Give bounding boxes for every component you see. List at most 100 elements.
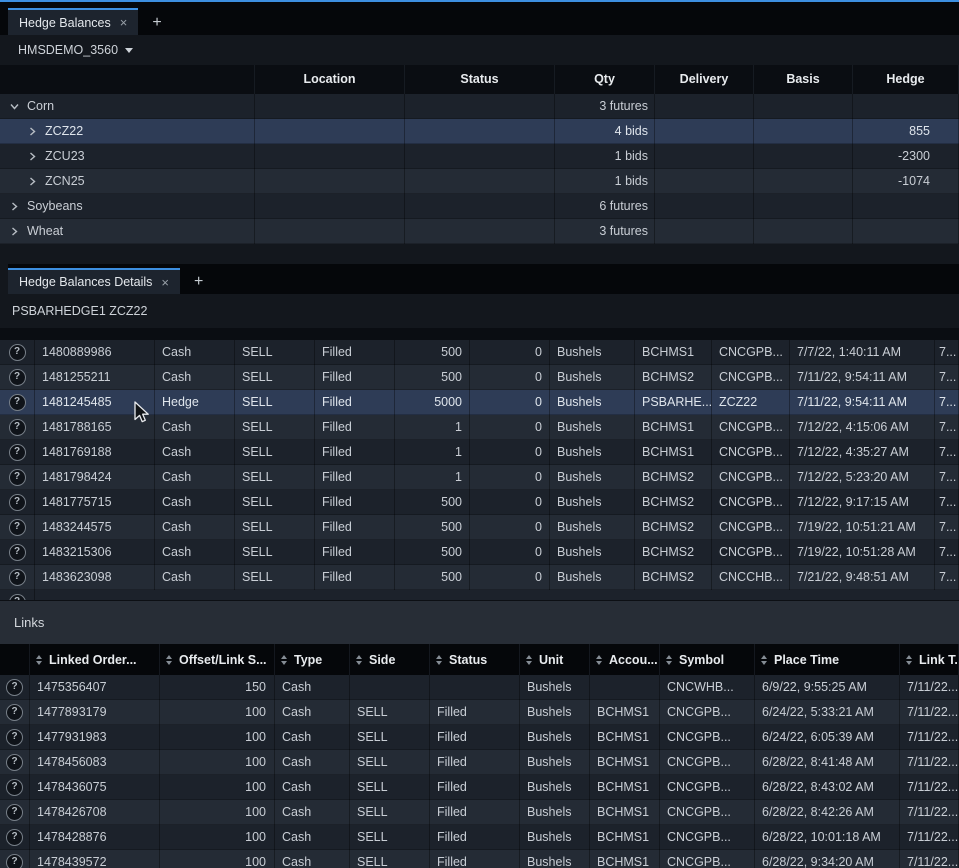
- links-row[interactable]: ? 1478426708 100 Cash SELL Filled Bushel…: [0, 800, 959, 825]
- details-row[interactable]: ? 1483215306 Cash SELL Filled 500 0 Bush…: [0, 540, 959, 565]
- info-icon[interactable]: ?: [9, 569, 26, 586]
- column-header-link-time[interactable]: Link T...: [900, 644, 959, 675]
- column-header-place-time[interactable]: Place Time: [755, 644, 900, 675]
- sort-icon[interactable]: [596, 655, 602, 665]
- expand-chevron-icon[interactable]: [10, 227, 19, 236]
- hedge-tree-row[interactable]: ZCU23 1 bids -2300: [0, 144, 959, 169]
- links-row[interactable]: ? 1477931983 100 Cash SELL Filled Bushel…: [0, 725, 959, 750]
- info-icon[interactable]: ?: [6, 829, 23, 846]
- tab-hedge-balances[interactable]: Hedge Balances ×: [8, 8, 138, 35]
- column-header-location[interactable]: Location: [255, 65, 405, 94]
- add-tab-button[interactable]: +: [152, 15, 161, 31]
- row-icon-cell: ?: [0, 700, 30, 725]
- status-cell: Filled: [430, 725, 520, 750]
- info-icon[interactable]: ?: [6, 804, 23, 821]
- tab-hedge-balances-details[interactable]: Hedge Balances Details ×: [8, 268, 180, 294]
- unit-cell: Bushels: [550, 490, 635, 515]
- info-icon[interactable]: ?: [6, 729, 23, 746]
- column-header-delivery[interactable]: Delivery: [655, 65, 754, 94]
- place-time-cell: 6/28/22, 9:34:20 AM: [755, 850, 900, 868]
- links-row[interactable]: ? 1478456083 100 Cash SELL Filled Bushel…: [0, 750, 959, 775]
- info-icon[interactable]: ?: [6, 679, 23, 696]
- details-row[interactable]: ? 1480889986 Cash SELL Filled 500 0 Bush…: [0, 340, 959, 365]
- link-time-cell: 7/11/22...: [900, 725, 959, 750]
- links-row[interactable]: ? 1478436075 100 Cash SELL Filled Bushel…: [0, 775, 959, 800]
- column-header-hedge[interactable]: Hedge: [853, 65, 959, 94]
- column-header-offset-link-size[interactable]: Offset/Link S...: [160, 644, 275, 675]
- info-icon[interactable]: ?: [9, 519, 26, 536]
- info-icon[interactable]: ?: [9, 369, 26, 386]
- symbol-cell: CNCGPB...: [660, 800, 755, 825]
- info-icon[interactable]: ?: [9, 469, 26, 486]
- close-tab-icon[interactable]: ×: [161, 275, 169, 290]
- details-row[interactable]: ? 1481769188 Cash SELL Filled 1 0 Bushel…: [0, 440, 959, 465]
- hedge-tree-row[interactable]: ZCN25 1 bids -1074: [0, 169, 959, 194]
- expand-chevron-icon[interactable]: [28, 152, 37, 161]
- qty-cell: 500: [395, 365, 470, 390]
- expand-chevron-icon[interactable]: [28, 127, 37, 136]
- expand-chevron-icon[interactable]: [10, 102, 19, 111]
- column-header-symbol[interactable]: Symbol: [660, 644, 755, 675]
- hedge-cell: [853, 94, 959, 119]
- dataset-dropdown[interactable]: HMSDEMO_3560: [18, 43, 133, 57]
- info-icon[interactable]: ?: [6, 754, 23, 771]
- info-icon[interactable]: ?: [9, 444, 26, 461]
- column-header-unit[interactable]: Unit: [520, 644, 590, 675]
- column-header-basis[interactable]: Basis: [754, 65, 853, 94]
- info-icon[interactable]: ?: [6, 854, 23, 868]
- sort-icon[interactable]: [906, 655, 912, 665]
- details-tabbar: Hedge Balances Details × +: [8, 264, 959, 294]
- sort-icon[interactable]: [761, 655, 767, 665]
- column-header-status[interactable]: Status: [405, 65, 555, 94]
- sort-icon[interactable]: [281, 655, 287, 665]
- instrument-label: ZCN25: [45, 169, 85, 194]
- sort-icon[interactable]: [166, 655, 172, 665]
- info-icon[interactable]: ?: [9, 544, 26, 561]
- expand-chevron-icon[interactable]: [28, 177, 37, 186]
- account-cell: BCHMS2: [635, 365, 712, 390]
- info-icon[interactable]: ?: [9, 419, 26, 436]
- info-icon[interactable]: ?: [9, 494, 26, 511]
- details-row[interactable]: ? 1483623098 Cash SELL Filled 500 0 Bush…: [0, 565, 959, 590]
- sort-icon[interactable]: [356, 655, 362, 665]
- sort-icon[interactable]: [666, 655, 672, 665]
- links-row[interactable]: ? 1475356407 150 Cash Bushels CNCWHB... …: [0, 675, 959, 700]
- details-row[interactable]: ? 1483244575 Cash SELL Filled 500 0 Bush…: [0, 515, 959, 540]
- status-cell: [405, 169, 555, 194]
- close-tab-icon[interactable]: ×: [120, 15, 128, 30]
- hedge-tree-row[interactable]: ZCZ22 4 bids 855: [0, 119, 959, 144]
- sort-icon[interactable]: [36, 655, 42, 665]
- column-header-linked-order[interactable]: Linked Order...: [30, 644, 160, 675]
- sort-icon[interactable]: [436, 655, 442, 665]
- order-id-cell: 1480889986: [35, 340, 155, 365]
- sort-icon[interactable]: [526, 655, 532, 665]
- links-row[interactable]: ? 1478439572 100 Cash SELL Filled Bushel…: [0, 850, 959, 868]
- column-header-account[interactable]: Accou...: [590, 644, 660, 675]
- hedge-tree-row[interactable]: Corn 3 futures: [0, 94, 959, 119]
- details-subtitle-label: PSBARHEDGE1 ZCZ22: [12, 304, 147, 318]
- details-row[interactable]: ? 1481245485 Hedge SELL Filled 5000 0 Bu…: [0, 390, 959, 415]
- info-icon[interactable]: ?: [6, 704, 23, 721]
- info-icon[interactable]: ?: [9, 394, 26, 411]
- type-cell: Cash: [275, 700, 350, 725]
- symbol-cell: CNCGPB...: [660, 850, 755, 868]
- expand-chevron-icon[interactable]: [10, 202, 19, 211]
- details-row[interactable]: ? 1481788165 Cash SELL Filled 1 0 Bushel…: [0, 415, 959, 440]
- unit-cell: Bushels: [550, 565, 635, 590]
- details-row[interactable]: ? 1481255211 Cash SELL Filled 500 0 Bush…: [0, 365, 959, 390]
- column-header-type[interactable]: Type: [275, 644, 350, 675]
- add-tab-button[interactable]: +: [194, 274, 203, 290]
- hedge-tree-row[interactable]: Wheat 3 futures: [0, 219, 959, 244]
- qty-cell: 6 futures: [555, 194, 655, 219]
- column-header-side[interactable]: Side: [350, 644, 430, 675]
- column-header-qty[interactable]: Qty: [555, 65, 655, 94]
- details-row[interactable]: ? 1481775715 Cash SELL Filled 500 0 Bush…: [0, 490, 959, 515]
- links-row[interactable]: ? 1477893179 100 Cash SELL Filled Bushel…: [0, 700, 959, 725]
- hedge-tree-row[interactable]: Soybeans 6 futures: [0, 194, 959, 219]
- info-icon[interactable]: ?: [9, 344, 26, 361]
- links-row[interactable]: ? 1478428876 100 Cash SELL Filled Bushel…: [0, 825, 959, 850]
- column-header-tree: [0, 65, 255, 94]
- info-icon[interactable]: ?: [6, 779, 23, 796]
- column-header-status[interactable]: Status: [430, 644, 520, 675]
- details-row[interactable]: ? 1481798424 Cash SELL Filled 1 0 Bushel…: [0, 465, 959, 490]
